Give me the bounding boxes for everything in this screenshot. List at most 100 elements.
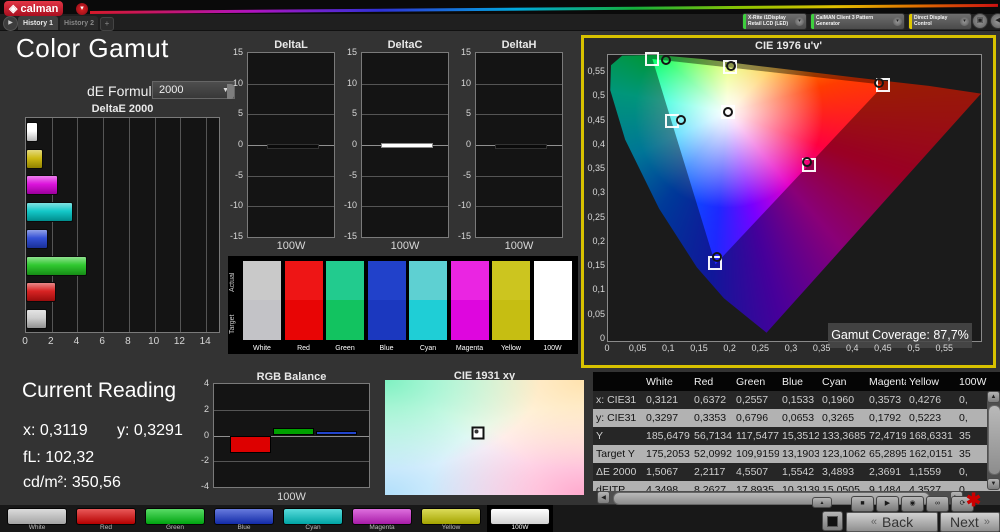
delta-gridline xyxy=(476,175,562,177)
table-cell: 72,4719 xyxy=(869,430,906,442)
deltae-chart-plot xyxy=(25,117,220,333)
pattern-button-100w[interactable]: 100W xyxy=(487,505,553,532)
table-row-6[interactable]: dEITP 4,3498 8,2627 17,8935 10,3139 15,0505 9,… xyxy=(593,481,1000,491)
gamut-coverage-label: Gamut Coverage: xyxy=(831,328,930,342)
delta-y-tick: -15 xyxy=(229,231,243,241)
tab-history-2[interactable]: History 2 xyxy=(60,16,98,30)
device-button-1[interactable]: CalMAN Client 3 Pattern Generator ▾ xyxy=(810,13,905,30)
swatch-actual xyxy=(367,261,406,300)
swatch-target xyxy=(326,299,364,340)
delta-gridline xyxy=(248,175,334,177)
delta-chart-plot-deltah xyxy=(475,52,563,238)
pattern-button-green[interactable]: Green xyxy=(142,505,208,532)
tab-scroll-button[interactable]: ▶ xyxy=(3,16,18,31)
pattern-button-red[interactable]: Red xyxy=(73,505,139,532)
deltae-x-tick: 14 xyxy=(199,336,211,347)
table-cell: 65,2895 xyxy=(869,448,906,460)
reading-fl: fL: 102,32 xyxy=(23,449,94,467)
table-cell: 56,7134 xyxy=(694,430,732,442)
table-cell: 0,3353 xyxy=(694,412,727,424)
reading-y-value: 0,3291 xyxy=(133,422,183,439)
pattern-button-magenta[interactable]: Magenta xyxy=(349,505,415,532)
swatch-label: Yellow xyxy=(501,345,521,352)
table-row-3[interactable]: Y 185,6479 56,7134 117,5477 15,3512 133,3685 7… xyxy=(593,427,1000,445)
rgb-y-tick: -2 xyxy=(200,455,209,466)
table-header-row: White Red Green Blue Cyan Magenta Yellow 100W xyxy=(593,372,1000,391)
cie-y-tick: 0 xyxy=(599,333,605,343)
pattern-label: Yellow xyxy=(441,524,461,531)
delta-y-tick: 5 xyxy=(465,108,471,119)
scroll-up-icon[interactable]: ▲ xyxy=(987,391,1000,403)
actual-marker-cyan xyxy=(675,115,686,126)
stop-square-icon xyxy=(827,516,838,527)
scroll-down-icon[interactable]: ▼ xyxy=(987,478,1000,490)
table-cell: 133,3685 xyxy=(822,430,866,442)
swatch-target xyxy=(284,299,323,340)
device-button-2[interactable]: Direct Display Control ▾ xyxy=(908,13,972,30)
table-row-2[interactable]: y: CIE31 0,3297 0,3353 0,6796 0,0653 0,3265 0,… xyxy=(593,409,1000,427)
delta-gridline xyxy=(476,206,562,208)
tab-history-1[interactable]: History 1 xyxy=(18,16,58,30)
table-cell: 0,2557 xyxy=(736,394,769,406)
stop-button[interactable]: ■ xyxy=(851,496,874,512)
pattern-button-white[interactable]: White xyxy=(4,505,70,532)
play-button[interactable]: ▶ xyxy=(876,496,899,512)
table-cell: 15,3512 xyxy=(782,430,819,442)
table-header-cell: Magenta xyxy=(869,375,906,388)
workspace-button[interactable]: ▣ xyxy=(972,13,988,29)
table-cell: 4,5507 xyxy=(736,466,769,478)
table-row-1[interactable]: x: CIE31 0,3121 0,6372 0,2557 0,1533 0,1960 0,… xyxy=(593,391,1000,409)
chevron-down-icon: ▾ xyxy=(893,17,902,26)
swatch-actual xyxy=(492,261,530,300)
table-cell: 168,6331 xyxy=(909,430,953,442)
swatch-target xyxy=(450,299,489,340)
loop-button[interactable]: ∞ xyxy=(926,496,949,512)
device-button-label: X-Rite i1Display Retail LCD (LED) xyxy=(748,14,788,27)
collapse-button[interactable]: ◀ xyxy=(990,13,1000,29)
delta-x-label: 100W xyxy=(504,240,534,252)
table-cell: 13,1903 xyxy=(782,448,819,460)
table-row-label: ΔE 2000 xyxy=(596,466,637,478)
swatch-actual xyxy=(533,261,572,300)
scroll-left-icon[interactable]: ◀ xyxy=(597,491,610,504)
swatch-column-green xyxy=(326,261,364,340)
table-cell: 0,1533 xyxy=(782,394,815,406)
back-button[interactable]: « Back xyxy=(846,512,938,532)
table-cell: 109,9159 xyxy=(736,448,779,460)
table-cell: 0,1960 xyxy=(822,394,855,406)
swatch-column-blue xyxy=(367,261,406,340)
table-row-5[interactable]: ΔE 2000 1,5067 2,2117 4,5507 1,5542 3,4893 2,3… xyxy=(593,463,1000,481)
gamut-coverage-value: 87,7% xyxy=(933,328,969,342)
vscroll-thumb[interactable] xyxy=(988,405,1000,475)
rgb-y-tick: 4 xyxy=(203,378,209,388)
pattern-button-cyan[interactable]: Cyan xyxy=(280,505,346,532)
table-row-4[interactable]: Target Y 175,2053 52,0992 109,9159 13,1903 12… xyxy=(593,445,1000,463)
device-button-0[interactable]: X-Rite i1Display Retail LCD (LED) ▾ xyxy=(742,13,807,30)
table-header-cell: Green xyxy=(736,375,766,388)
reading-x: x: 0,3119 xyxy=(23,422,88,440)
pattern-swatch xyxy=(145,508,205,525)
meter-up-button[interactable]: ▲ xyxy=(812,497,832,508)
delta-y-tick: -15 xyxy=(343,231,357,241)
table-vscrollbar[interactable]: ▲ ▼ xyxy=(987,391,1000,490)
table-header-cell: Yellow xyxy=(909,375,939,388)
cie1976-panel: CIE 1976 u'v' Gamut Coverage: 87,7% 0 0,0… xyxy=(581,35,996,368)
swatch-column-magenta xyxy=(450,261,489,340)
pattern-button-yellow[interactable]: Yellow xyxy=(418,505,484,532)
table-cell: 3,4893 xyxy=(822,466,855,478)
target-marker-green xyxy=(645,51,660,66)
swatch-target xyxy=(533,299,572,340)
swatch-label: Green xyxy=(335,345,355,352)
record-button[interactable]: ◉ xyxy=(901,496,924,512)
stop-measure-button[interactable] xyxy=(822,511,843,531)
pattern-button-blue[interactable]: Blue xyxy=(211,505,277,532)
de-formula-select[interactable]: 2000 ▼ xyxy=(152,81,235,99)
cie-x-tick: 0,3 xyxy=(784,343,798,353)
new-tab-button[interactable]: + xyxy=(100,17,114,31)
deltae-gridline xyxy=(103,118,105,332)
table-cell: 0,4276 xyxy=(909,394,942,406)
logo-menu-button[interactable]: ▾ xyxy=(76,3,88,15)
pattern-label: Blue xyxy=(237,524,251,531)
next-button[interactable]: Next » xyxy=(940,512,1000,532)
delta-gridline xyxy=(248,206,334,208)
